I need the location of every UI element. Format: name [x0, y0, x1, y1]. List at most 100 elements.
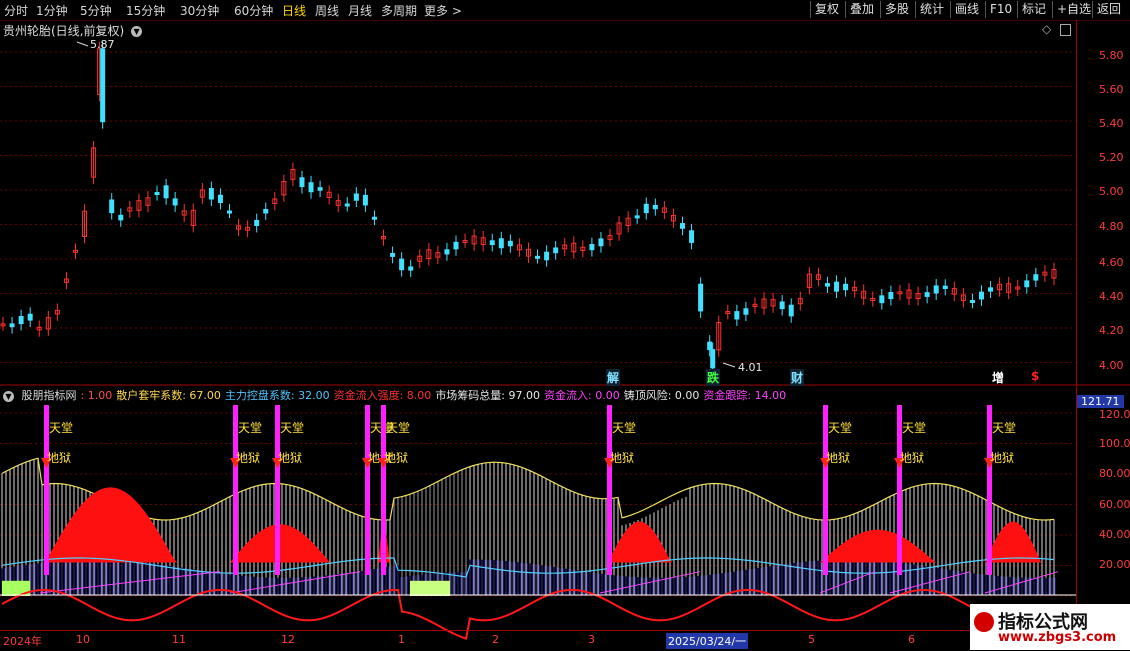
high-price-value: 5.87: [90, 38, 115, 51]
fund-strength-area: [985, 521, 1058, 563]
candle-body: [245, 226, 251, 231]
heaven-label: 天堂: [49, 421, 73, 435]
candle-body: [607, 235, 613, 240]
candle-body: [942, 285, 948, 289]
date-axis-label: 3: [588, 633, 595, 646]
candle-body: [933, 285, 939, 294]
price-axis: 5.80 5.60 5.40 5.20 5.00 4.80 4.60 4.40 4.20 4.00: [1076, 20, 1130, 385]
period-tab-1min[interactable]: 1分钟: [36, 2, 68, 19]
candle-body: [770, 299, 776, 307]
event-increase-marker[interactable]: 增: [991, 369, 1005, 386]
indicator-axis-tick: 100.0: [1099, 437, 1130, 450]
add-watchlist-button[interactable]: +自选: [1052, 1, 1095, 18]
event-unlock-marker[interactable]: 解: [606, 369, 621, 386]
candle-body: [181, 210, 187, 216]
candle-body: [752, 303, 758, 307]
overlay-button[interactable]: 叠加: [845, 1, 878, 18]
signal-arrow: [378, 458, 389, 468]
candle-body: [199, 189, 205, 198]
candle-body: [118, 214, 124, 221]
period-tab-weekly[interactable]: 周线: [315, 2, 339, 19]
candle-body: [45, 317, 51, 330]
period-tab-5min[interactable]: 5分钟: [80, 2, 112, 19]
event-drop-marker[interactable]: 跌: [706, 369, 721, 386]
candle-body: [779, 301, 785, 310]
candle-body: [516, 244, 522, 251]
candle-body: [127, 207, 133, 212]
candle-body: [172, 198, 178, 206]
adjust-button[interactable]: 复权: [810, 1, 843, 18]
chevron-down-icon[interactable]: ▼: [3, 390, 14, 402]
candle-body: [725, 311, 731, 315]
signal-bar: [987, 405, 992, 575]
candle-body: [689, 230, 695, 243]
multi-stock-button[interactable]: 多股: [880, 1, 913, 18]
signal-arrow: [362, 458, 373, 468]
mark-button[interactable]: 标记: [1017, 1, 1050, 18]
signal-bar: [823, 405, 828, 575]
candle-body: [797, 298, 803, 305]
f10-button[interactable]: F10: [985, 1, 1016, 18]
candle-body: [843, 283, 849, 291]
candle-body: [154, 192, 160, 196]
indicator-axis-tick: 20.00: [1099, 558, 1130, 571]
candle-body: [27, 313, 33, 321]
candle-body: [806, 273, 812, 288]
candle-body: [598, 238, 604, 247]
fund-track-line: [39, 571, 221, 594]
candle-body: [408, 266, 414, 271]
period-tab-daily[interactable]: 日线: [282, 2, 306, 19]
period-tab-more[interactable]: 更多 >: [424, 2, 462, 19]
candle-body: [834, 281, 840, 292]
candle-body: [734, 311, 740, 320]
candle-body: [362, 194, 368, 206]
candle-body: [371, 216, 377, 220]
price-axis-tick: 5.60: [1099, 83, 1124, 96]
period-tab-monthly[interactable]: 月线: [348, 2, 372, 19]
high-marker-line: [76, 41, 89, 47]
candle-body: [82, 210, 88, 238]
period-tab-60min[interactable]: 60分钟: [234, 2, 273, 19]
stats-button[interactable]: 统计: [915, 1, 948, 18]
candle-body: [906, 289, 912, 299]
candle-body: [1015, 286, 1021, 290]
low-price-label: 4.01: [738, 361, 763, 374]
draw-line-button[interactable]: 画线: [950, 1, 983, 18]
indicator-legend-item: 股朋指标网: [21, 389, 77, 402]
price-panel-title: 贵州轮胎(日线,前复权) ▼: [3, 22, 143, 39]
candle-body: [399, 258, 405, 271]
chevron-down-icon[interactable]: ▼: [131, 26, 143, 37]
candle-body: [217, 194, 223, 203]
candle-body: [960, 294, 966, 302]
candle-body: [661, 207, 667, 213]
panel-toggle-icon[interactable]: [1060, 24, 1071, 36]
period-tab-30min[interactable]: 30分钟: [180, 2, 219, 19]
candle-body: [0, 323, 6, 327]
signal-arrow: [984, 458, 995, 468]
heaven-label: 天堂: [386, 421, 410, 435]
candle-body: [190, 209, 196, 226]
candle-body: [471, 235, 477, 245]
candle-body: [417, 255, 423, 262]
candle-body: [580, 246, 586, 252]
candle-body: [54, 309, 60, 315]
candle-body: [824, 283, 830, 287]
signal-arrow: [820, 458, 831, 468]
candle-body: [498, 238, 504, 249]
fund-track-line: [984, 571, 1059, 594]
date-axis-label: 5: [808, 633, 815, 646]
period-tab-15min[interactable]: 15分钟: [126, 2, 165, 19]
low-marker-line: [722, 362, 736, 368]
candle-body: [1006, 283, 1012, 293]
event-finance-marker[interactable]: 财: [790, 369, 805, 386]
back-button[interactable]: 返回: [1092, 1, 1125, 18]
diamond-icon[interactable]: ◇: [1042, 22, 1051, 36]
candle-body: [36, 326, 42, 331]
event-dollar-marker[interactable]: $: [1030, 369, 1040, 383]
candle-body: [290, 168, 296, 180]
fund-strength-area: [378, 524, 392, 563]
indicator-legend-item: : 1.00: [80, 389, 113, 402]
period-tab-intraday[interactable]: 分时: [4, 2, 28, 19]
period-tab-multi[interactable]: 多周期: [381, 2, 417, 19]
indicator-legend: ▼ 股朋指标网: 1.00 散户套牢系数: 67.00 主力控盘系数: 32.00 资…: [3, 387, 790, 403]
